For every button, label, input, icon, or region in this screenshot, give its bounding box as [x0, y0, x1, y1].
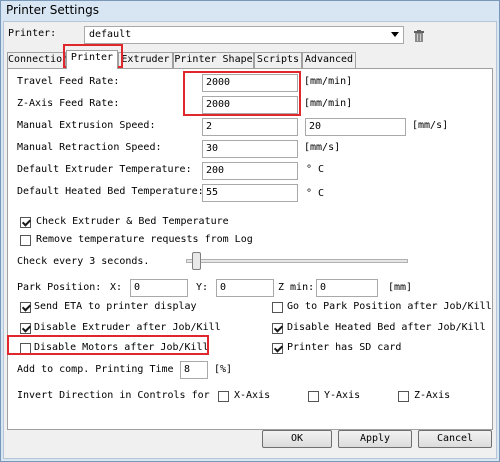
tab-connection[interactable]: Connection [7, 52, 68, 68]
send-eta-label: Send ETA to printer display [34, 301, 197, 312]
comp-time-unit: [%] [214, 364, 233, 375]
manual-retraction-input[interactable]: 30 [202, 140, 298, 158]
zaxis-feed-unit: [mm/min] [304, 98, 353, 109]
printer-settings-window: Printer Settings Printer: default Connec… [0, 0, 500, 462]
printer-tab-panel: Travel Feed Rate: 2000 [mm/min] Z-Axis F… [7, 68, 493, 430]
chevron-down-icon [391, 32, 399, 37]
printer-label: Printer: [8, 28, 57, 39]
check-interval-slider-track[interactable] [186, 259, 408, 263]
go-park-checkbox[interactable] [272, 302, 283, 313]
dialog-client-area: Printer: default Connection Printer Extr… [3, 21, 497, 459]
travel-feed-input[interactable]: 2000 [202, 74, 298, 92]
invert-y-checkbox[interactable] [308, 391, 319, 402]
manual-extrusion-max-input[interactable]: 20 [305, 118, 406, 136]
manual-extrusion-min-input[interactable]: 2 [202, 118, 298, 136]
send-eta-checkbox[interactable] [20, 302, 31, 313]
park-x-label: X: [110, 282, 123, 293]
check-temp-checkbox[interactable] [20, 217, 31, 228]
printer-select-value: default [89, 29, 132, 40]
zaxis-feed-label: Z-Axis Feed Rate: [17, 98, 120, 109]
check-temp-label: Check Extruder & Bed Temperature [36, 216, 229, 227]
tab-printer[interactable]: Printer [66, 50, 118, 69]
invert-direction-label: Invert Direction in Controls for [17, 390, 210, 401]
park-z-input[interactable]: 0 [316, 279, 378, 297]
has-sd-label: Printer has SD card [287, 342, 402, 353]
invert-z-checkbox[interactable] [398, 391, 409, 402]
park-z-label: Z min: [278, 282, 315, 293]
bed-temp-input[interactable]: 55 [202, 184, 298, 202]
park-x-input[interactable]: 0 [130, 279, 188, 297]
invert-x-label: X-Axis [234, 390, 271, 401]
remove-temp-checkbox[interactable] [20, 235, 31, 246]
invert-z-label: Z-Axis [414, 390, 451, 401]
bed-temp-unit: ° C [306, 188, 325, 199]
zaxis-feed-input[interactable]: 2000 [202, 96, 298, 114]
park-unit: [mm] [388, 282, 413, 293]
remove-temp-label: Remove temperature requests from Log [36, 234, 253, 245]
disable-extruder-checkbox[interactable] [20, 323, 31, 334]
tab-scripts[interactable]: Scripts [254, 52, 302, 68]
disable-extruder-label: Disable Extruder after Job/Kill [34, 322, 221, 333]
has-sd-checkbox[interactable] [272, 343, 283, 354]
check-interval-slider-thumb[interactable] [192, 252, 202, 270]
manual-extrusion-label: Manual Extrusion Speed: [17, 120, 156, 131]
manual-extrusion-unit: [mm/s] [412, 120, 449, 131]
comp-time-input[interactable]: 8 [180, 361, 208, 379]
extruder-temp-input[interactable]: 200 [202, 162, 298, 180]
park-y-label: Y: [196, 282, 209, 293]
tab-advanced[interactable]: Advanced [302, 52, 356, 68]
apply-button[interactable]: Apply [338, 430, 412, 448]
trash-icon[interactable] [414, 30, 424, 42]
travel-feed-unit: [mm/min] [304, 76, 353, 87]
disable-motors-checkbox[interactable] [20, 343, 31, 354]
manual-retraction-label: Manual Retraction Speed: [17, 142, 162, 153]
disable-bed-label: Disable Heated Bed after Job/Kill [287, 322, 486, 333]
extruder-temp-label: Default Extruder Temperature: [17, 164, 192, 175]
invert-y-label: Y-Axis [324, 390, 361, 401]
invert-x-checkbox[interactable] [218, 391, 229, 402]
bed-temp-label: Default Heated Bed Temperature: [17, 186, 204, 197]
ok-button[interactable]: OK [262, 430, 332, 448]
window-title: Printer Settings [6, 3, 99, 17]
disable-bed-checkbox[interactable] [272, 323, 283, 334]
extruder-temp-unit: ° C [306, 164, 325, 175]
travel-feed-label: Travel Feed Rate: [17, 76, 120, 87]
park-position-label: Park Position: [17, 282, 102, 293]
check-every-label: Check every 3 seconds. [17, 256, 150, 267]
park-y-input[interactable]: 0 [216, 279, 274, 297]
manual-retraction-unit: [mm/s] [304, 142, 341, 153]
cancel-button[interactable]: Cancel [418, 430, 492, 448]
tab-printer-shape[interactable]: Printer Shape [173, 52, 254, 68]
comp-time-label: Add to comp. Printing Time [17, 364, 174, 375]
printer-select[interactable]: default [84, 26, 404, 44]
tab-extruder[interactable]: Extruder [118, 52, 173, 68]
disable-motors-label: Disable Motors after Job/Kill [34, 342, 209, 353]
go-park-label: Go to Park Position after Job/Kill [287, 301, 492, 312]
